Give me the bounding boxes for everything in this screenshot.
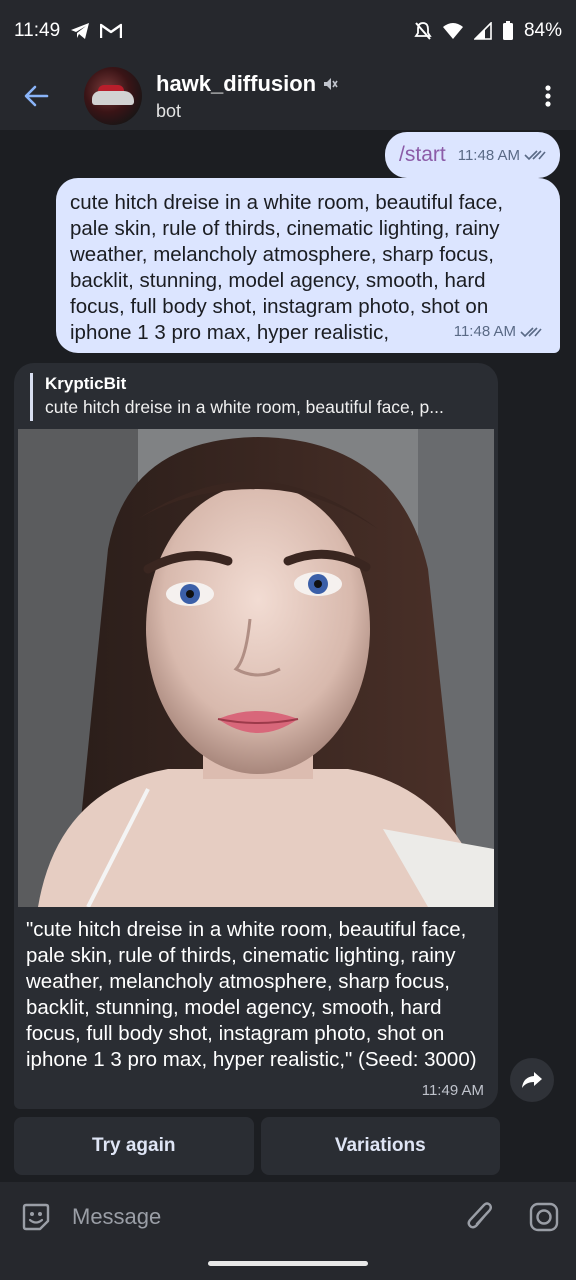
double-check-icon xyxy=(520,327,542,338)
forward-button[interactable] xyxy=(510,1058,554,1102)
camera-icon xyxy=(529,1202,559,1232)
double-check-icon xyxy=(524,150,546,161)
attach-button[interactable] xyxy=(448,1201,512,1233)
reply-quote[interactable]: KrypticBit cute hitch dreise in a white … xyxy=(30,373,498,421)
start-command-link[interactable]: /start xyxy=(399,143,446,167)
chat-area[interactable]: /start 11:48 AM cute hitch dreise in a w… xyxy=(0,130,576,1182)
message-input[interactable] xyxy=(72,1204,448,1230)
chat-info[interactable]: hawk_diffusion bot xyxy=(156,71,338,122)
image-caption: "cute hitch dreise in a white room, beau… xyxy=(26,918,477,1071)
status-time: 11:49 xyxy=(14,20,61,41)
navigation-bar xyxy=(0,1252,576,1280)
battery-percent: 84% xyxy=(523,20,562,41)
mute-notifications-icon xyxy=(414,21,432,41)
variations-button[interactable]: Variations xyxy=(260,1117,500,1175)
back-arrow-icon xyxy=(24,85,49,107)
status-bar: 11:49 84% xyxy=(0,0,576,62)
home-indicator[interactable] xyxy=(208,1261,368,1266)
telegram-icon xyxy=(70,22,90,40)
muted-speaker-icon xyxy=(324,77,338,90)
sticker-button[interactable] xyxy=(0,1201,72,1233)
share-arrow-icon xyxy=(522,1072,542,1088)
try-again-button[interactable]: Try again xyxy=(14,1117,254,1175)
chat-title: hawk_diffusion xyxy=(156,70,317,96)
message-prompt[interactable]: cute hitch dreise in a white room, beaut… xyxy=(56,178,560,353)
reply-quote-text: cute hitch dreise in a white room, beaut… xyxy=(45,397,444,417)
message-time: 11:48 AM xyxy=(453,323,516,340)
reply-author: KrypticBit xyxy=(45,374,127,393)
chat-header: hawk_diffusion bot xyxy=(0,62,576,130)
message-bot-reply[interactable]: KrypticBit cute hitch dreise in a white … xyxy=(14,363,498,1109)
battery-icon xyxy=(502,21,514,41)
wifi-icon xyxy=(442,22,464,40)
generated-image[interactable] xyxy=(18,429,494,907)
message-text: cute hitch dreise in a white room, beaut… xyxy=(70,191,504,344)
paperclip-icon xyxy=(467,1202,492,1229)
message-time: 11:49 AM xyxy=(421,1082,484,1099)
camera-button[interactable] xyxy=(512,1201,576,1233)
message-time: 11:48 AM xyxy=(457,146,520,164)
chat-subtitle: bot xyxy=(156,100,182,121)
more-vert-icon xyxy=(545,85,551,107)
signal-icon xyxy=(473,22,492,40)
inline-keyboard: Try again Variations xyxy=(14,1117,500,1175)
message-input-bar xyxy=(0,1182,576,1252)
back-button[interactable] xyxy=(0,62,72,130)
message-start[interactable]: /start 11:48 AM xyxy=(385,132,560,178)
avatar[interactable] xyxy=(84,67,142,125)
more-options-button[interactable] xyxy=(520,62,576,130)
gmail-icon xyxy=(100,23,123,39)
sticker-icon xyxy=(22,1203,50,1231)
